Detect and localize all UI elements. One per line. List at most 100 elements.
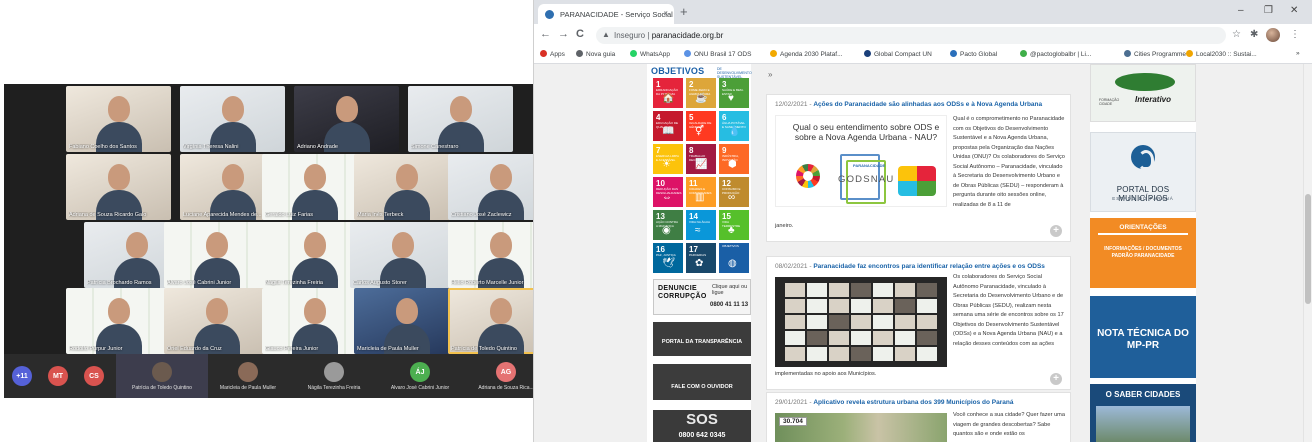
more-participants-chip[interactable]: +11 — [12, 366, 32, 386]
portal-municipios-banner[interactable]: PORTAL DOS MUNICÍPIOS ESTADO DO PARANÁ — [1090, 132, 1196, 212]
read-more-button[interactable]: + — [1050, 225, 1062, 237]
interativo-banner[interactable]: FORMAÇÃO CIDADE Interativo — [1090, 64, 1196, 122]
post-title-link[interactable]: Aplicativo revela estrutura urbana dos 3… — [813, 399, 1013, 406]
video-tile[interactable]: Adriano Andrade — [294, 86, 399, 152]
restore-button[interactable]: ❐ — [1264, 5, 1273, 16]
bookmark-item[interactable]: Global Compact UN — [864, 50, 932, 58]
video-tile[interactable]: Fabiano Coelho dos Santos — [66, 86, 171, 152]
reload-button[interactable]: C — [576, 28, 584, 40]
participant-strip-item[interactable]: AG Adriana de Souza Rica... — [460, 354, 540, 398]
minimize-button[interactable]: – — [1238, 5, 1244, 16]
post-title-link[interactable]: Ações do Paranacidade são alinhadas aos … — [813, 101, 1042, 108]
participant-face — [449, 96, 472, 122]
denuncie-corrupcao-banner[interactable]: DENUNCIE CORRUPÇÃO Clique aqui ou ligue … — [653, 279, 751, 315]
video-tile[interactable]: Glauco Pereira Junior — [262, 288, 367, 354]
sdg-tile[interactable]: 10 REDUÇÃO DAS DESIGUALDADES ⇔ — [653, 177, 683, 207]
sdg-tile[interactable]: 9 INDÚSTRIA, INOVAÇÃO ⬢ — [719, 144, 749, 174]
video-tile[interactable]: Virgínia Theresa Nalini — [180, 86, 285, 152]
forward-button[interactable]: → — [558, 28, 569, 40]
sdg-tile[interactable]: 5 IGUALDADE DE GÊNERO ⚥ — [686, 111, 716, 141]
scrollbar-thumb[interactable] — [1305, 194, 1311, 304]
post-image[interactable] — [775, 277, 947, 367]
portal-transparencia-banner[interactable]: PORTAL DA TRANSPARÊNCIA — [653, 336, 751, 356]
participant-face — [107, 164, 130, 190]
not-secure-label: Inseguro — [614, 31, 646, 40]
video-tile[interactable]: Rodolfo Purpur Junior — [66, 288, 171, 354]
bookmark-item[interactable]: Pacto Global — [950, 50, 997, 58]
video-tile[interactable]: Maria Inês Terbeck — [354, 154, 459, 220]
video-tile[interactable]: Álvaro José Cabrini Junior — [164, 222, 269, 288]
participant-face — [205, 298, 228, 324]
bookmark-favicon-icon — [770, 50, 777, 57]
sdg-tile[interactable]: 8 TRABALHO DECENTE 📈 — [686, 144, 716, 174]
sdg-tile[interactable]: 17 PARCERIAS ✿ — [686, 243, 716, 273]
video-tile[interactable]: Carlos Augusto Storer — [350, 222, 455, 288]
sdg-tile[interactable]: 3 SAÚDE E BEM-ESTAR ♥ — [719, 78, 749, 108]
sdg-tile[interactable]: 7 ENERGIA LIMPA E ACESSÍVEL ☀ — [653, 144, 683, 174]
participant-strip-item[interactable]: ÁJ Álvaro José Cabrini Junior — [374, 354, 466, 398]
new-tab-button[interactable]: + — [680, 4, 688, 19]
sdg-tile[interactable]: 4 EDUCAÇÃO DE QUALIDADE 📖 — [653, 111, 683, 141]
post-image-brand: PARANACIDADE — [853, 163, 886, 168]
bookmark-item[interactable]: Apps — [540, 50, 565, 58]
participant-strip-item[interactable]: Nágila Terezinha Freiria — [288, 354, 380, 398]
participant-strip-item[interactable]: Maricleia de Paula Muller — [202, 354, 294, 398]
ods-title: OBJETIVOS — [651, 66, 705, 76]
bookmark-star-icon[interactable]: ☆ — [1232, 29, 1241, 40]
read-more-button[interactable]: + — [1050, 373, 1062, 385]
bookmark-item[interactable]: ONU Brasil 17 ODS — [684, 50, 751, 58]
bookmark-label: @pactoglobalbr | Li... — [1030, 51, 1092, 58]
bookmark-item[interactable]: Cities Programme — [1124, 50, 1186, 58]
sdg-tile[interactable]: 11 CIDADES E COMUNIDADES ▥ — [686, 177, 716, 207]
participant-initials-chip[interactable]: CS — [84, 366, 104, 386]
bookmark-favicon-icon — [540, 50, 547, 57]
fale-ouvidor-banner[interactable]: FALE COM O OUVIDOR — [653, 378, 751, 400]
menu-kebab-icon[interactable]: ⋮ — [1290, 29, 1300, 40]
video-tile[interactable]: Adriana de Souza Ricardo Galo — [66, 154, 171, 220]
participant-initials-chip[interactable]: MT — [48, 366, 68, 386]
tab-close-icon[interactable]: × — [663, 9, 668, 18]
orientacoes-banner[interactable]: ORIENTAÇÕES INFORMAÇÕES / DOCUMENTOS PAD… — [1090, 218, 1196, 288]
sdg-tile[interactable]: 2 FOME ZERO E AGRICULTURA ☕ — [686, 78, 716, 108]
video-tile[interactable]: Helio Roberto Marcelle Junior — [448, 222, 540, 288]
saber-cidades-banner[interactable]: O SABER CIDADES — [1090, 384, 1196, 442]
bookmark-item[interactable]: Nova guia — [576, 50, 615, 58]
sdg-tile[interactable]: 1 ERRADICAÇÃO DA POBREZA 🏠 — [653, 78, 683, 108]
video-tile[interactable]: Simone Canestraro — [408, 86, 513, 152]
participant-face — [125, 232, 148, 258]
bookmark-item[interactable]: Agenda 2030 Plataf... — [770, 50, 843, 58]
sdg-tile[interactable]: 12 CONSUMO E PRODUÇÃO ∞ — [719, 177, 749, 207]
sdg-tile[interactable]: 14 VIDA NA ÁGUA ≈ — [686, 210, 716, 240]
back-button[interactable]: ← — [540, 28, 551, 40]
thumbnail-video-tile — [807, 315, 827, 329]
thumbnail-video-tile — [895, 331, 915, 345]
bookmark-item[interactable]: @pactoglobalbr | Li... — [1020, 50, 1091, 58]
nota-tecnica-banner[interactable]: NOTA TÉCNICA DO MP-PR — [1090, 296, 1196, 378]
bookmark-item[interactable]: Local2030 :: Sustai... — [1186, 50, 1257, 58]
profile-avatar[interactable] — [1266, 28, 1280, 42]
bookmarks-overflow-button[interactable]: » — [1296, 50, 1300, 57]
sos-banner[interactable]: SOS 0800 642 0345 — [653, 410, 751, 442]
participant-name: Virgínia Theresa Nalini — [183, 144, 239, 150]
post-image[interactable]: Qual o seu entendimento sobre ODS e sobr… — [775, 115, 947, 207]
sdg-tile[interactable]: 15 VIDA TERRESTRE ♣ — [719, 210, 749, 240]
browser-tab[interactable]: PARANACIDADE - Serviço Social × — [538, 4, 674, 24]
bookmark-item[interactable]: WhatsApp — [630, 50, 670, 58]
post-image[interactable]: 30.704 — [775, 413, 947, 442]
video-tile[interactable]: Maricleia de Paula Muller — [354, 288, 459, 354]
video-tile[interactable]: Oriel Eduardo da Cruz — [164, 288, 269, 354]
sdg-tile[interactable]: 13 AÇÃO CONTRA A MUDANÇA ◉ — [653, 210, 683, 240]
address-bar[interactable]: ▲ Inseguro | paranacidade.org.br — [596, 27, 1226, 44]
video-tile[interactable]: Cristiano José Zaclewicz — [448, 154, 540, 220]
extensions-icon[interactable]: ✱ — [1250, 29, 1258, 40]
participant-name: Adriano Andrade — [297, 144, 338, 150]
sdg-tile[interactable]: 16 PAZ, JUSTIÇA 🕊 — [653, 243, 683, 273]
page-scrollbar[interactable] — [1303, 64, 1312, 442]
video-tile[interactable]: Patrícia de Toledo Quintino — [448, 288, 540, 354]
participant-strip-item[interactable]: Patrícia de Toledo Quintino — [116, 354, 208, 398]
sdg-tile[interactable]: 6 ÁGUA POTÁVEL E SANEAMENTO 💧 — [719, 111, 749, 141]
video-tile[interactable]: Geraldo Luiz Farias — [262, 154, 367, 220]
close-window-button[interactable]: ✕ — [1290, 5, 1298, 16]
post-title-link[interactable]: Paranacidade faz encontros para identifi… — [813, 263, 1045, 270]
sdg-tile[interactable]: OBJETIVOS ◍ — [719, 243, 749, 273]
